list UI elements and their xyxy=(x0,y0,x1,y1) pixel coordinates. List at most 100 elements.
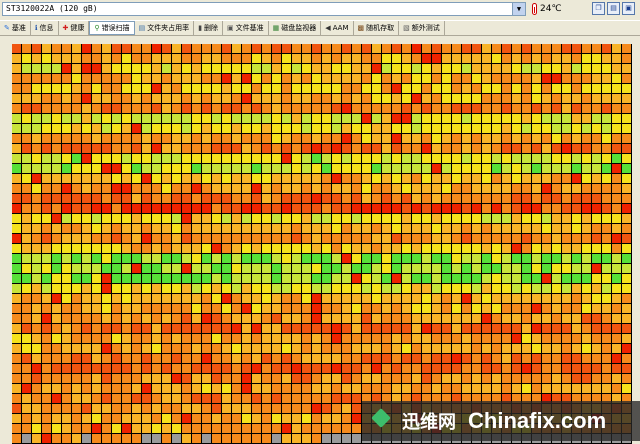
scan-block xyxy=(502,114,511,123)
scan-block xyxy=(332,364,341,373)
scan-block xyxy=(172,364,181,373)
scan-block xyxy=(312,64,321,73)
scan-block xyxy=(612,124,621,133)
scan-block xyxy=(492,284,501,293)
scan-block xyxy=(602,344,611,353)
scan-block xyxy=(242,384,251,393)
tab-label: 磁盘监视器 xyxy=(281,24,317,32)
scan-block xyxy=(22,134,31,143)
scan-block xyxy=(22,54,31,63)
scan-block xyxy=(532,194,541,203)
scan-block xyxy=(142,94,151,103)
scan-block xyxy=(162,114,171,123)
tab-3[interactable]: ⚲ 错误扫描 xyxy=(89,21,135,35)
scan-block xyxy=(492,274,501,283)
scan-block xyxy=(302,284,311,293)
scan-block xyxy=(42,344,51,353)
scan-block xyxy=(92,424,101,433)
scan-block xyxy=(482,74,491,83)
scan-block xyxy=(382,184,391,193)
scan-block xyxy=(572,64,581,73)
scan-block xyxy=(282,284,291,293)
scan-block xyxy=(382,304,391,313)
scan-block xyxy=(212,404,221,413)
scan-block xyxy=(472,174,481,183)
scan-block xyxy=(192,44,201,53)
tab-2[interactable]: ✚ 健康 xyxy=(59,21,90,35)
scan-block xyxy=(112,154,121,163)
scan-block xyxy=(482,244,491,253)
scan-block xyxy=(272,284,281,293)
scan-block xyxy=(102,314,111,323)
scan-block xyxy=(312,224,321,233)
scan-block xyxy=(472,74,481,83)
scan-block xyxy=(232,394,241,403)
tab-5[interactable]: ▮ 删除 xyxy=(194,21,224,35)
tab-4[interactable]: ▤ 文件夹占用率 xyxy=(135,21,195,35)
scan-block xyxy=(332,184,341,193)
scan-block xyxy=(312,54,321,63)
scan-block xyxy=(152,314,161,323)
tab-1[interactable]: ℹ 信息 xyxy=(31,21,59,35)
copy-to-clipboard-icon[interactable]: ▤ xyxy=(607,2,620,15)
drive-select[interactable]: ST3120022A (120 gB) ▼ xyxy=(2,2,526,16)
scan-block xyxy=(82,414,91,423)
scan-block xyxy=(602,74,611,83)
scan-block xyxy=(282,174,291,183)
scan-block xyxy=(32,134,41,143)
scan-block xyxy=(382,64,391,73)
scan-block xyxy=(532,64,541,73)
scan-block xyxy=(492,64,501,73)
scan-block xyxy=(282,364,291,373)
scan-block xyxy=(142,194,151,203)
scan-block xyxy=(112,114,121,123)
scan-block xyxy=(162,134,171,143)
scan-block xyxy=(142,214,151,223)
scan-block xyxy=(372,264,381,273)
tab-10[interactable]: ▧ 额外测试 xyxy=(399,21,445,35)
scan-block xyxy=(182,274,191,283)
scan-block xyxy=(582,244,591,253)
scan-block xyxy=(302,254,311,263)
scan-block xyxy=(12,304,21,313)
copy-icon[interactable]: ❐ xyxy=(592,2,605,15)
scan-block xyxy=(502,84,511,93)
scan-block xyxy=(402,44,411,53)
scan-block xyxy=(422,384,431,393)
scan-block xyxy=(82,344,91,353)
tab-7[interactable]: ▦ 磁盘监视器 xyxy=(269,21,322,35)
scan-block xyxy=(82,194,91,203)
scan-block xyxy=(322,214,331,223)
tab-6[interactable]: ▣ 文件基准 xyxy=(223,21,269,35)
scan-block xyxy=(212,194,221,203)
scan-block xyxy=(582,94,591,103)
scan-block xyxy=(522,154,531,163)
scan-block xyxy=(12,214,21,223)
scan-block xyxy=(92,54,101,63)
scan-block xyxy=(382,364,391,373)
scan-block xyxy=(132,164,141,173)
tab-9[interactable]: ▩ 随机存取 xyxy=(354,21,400,35)
scan-block xyxy=(312,294,321,303)
scan-block xyxy=(272,84,281,93)
scan-block xyxy=(462,114,471,123)
scan-block xyxy=(232,104,241,113)
scan-block xyxy=(422,94,431,103)
scan-block xyxy=(532,114,541,123)
scan-block xyxy=(92,184,101,193)
chevron-down-icon[interactable]: ▼ xyxy=(512,3,525,15)
scan-block xyxy=(142,294,151,303)
scan-block xyxy=(292,284,301,293)
tab-8[interactable]: ◀ AAM xyxy=(321,21,354,35)
scan-block xyxy=(262,344,271,353)
scan-block xyxy=(612,284,621,293)
scan-block xyxy=(412,264,421,273)
scan-block xyxy=(22,394,31,403)
save-icon[interactable]: ▣ xyxy=(622,2,635,15)
tab-0[interactable]: ✎ 基准 xyxy=(0,21,31,35)
scan-block xyxy=(82,374,91,383)
scan-block xyxy=(452,164,461,173)
scan-block xyxy=(312,334,321,343)
scan-block xyxy=(362,124,371,133)
scan-block xyxy=(102,44,111,53)
